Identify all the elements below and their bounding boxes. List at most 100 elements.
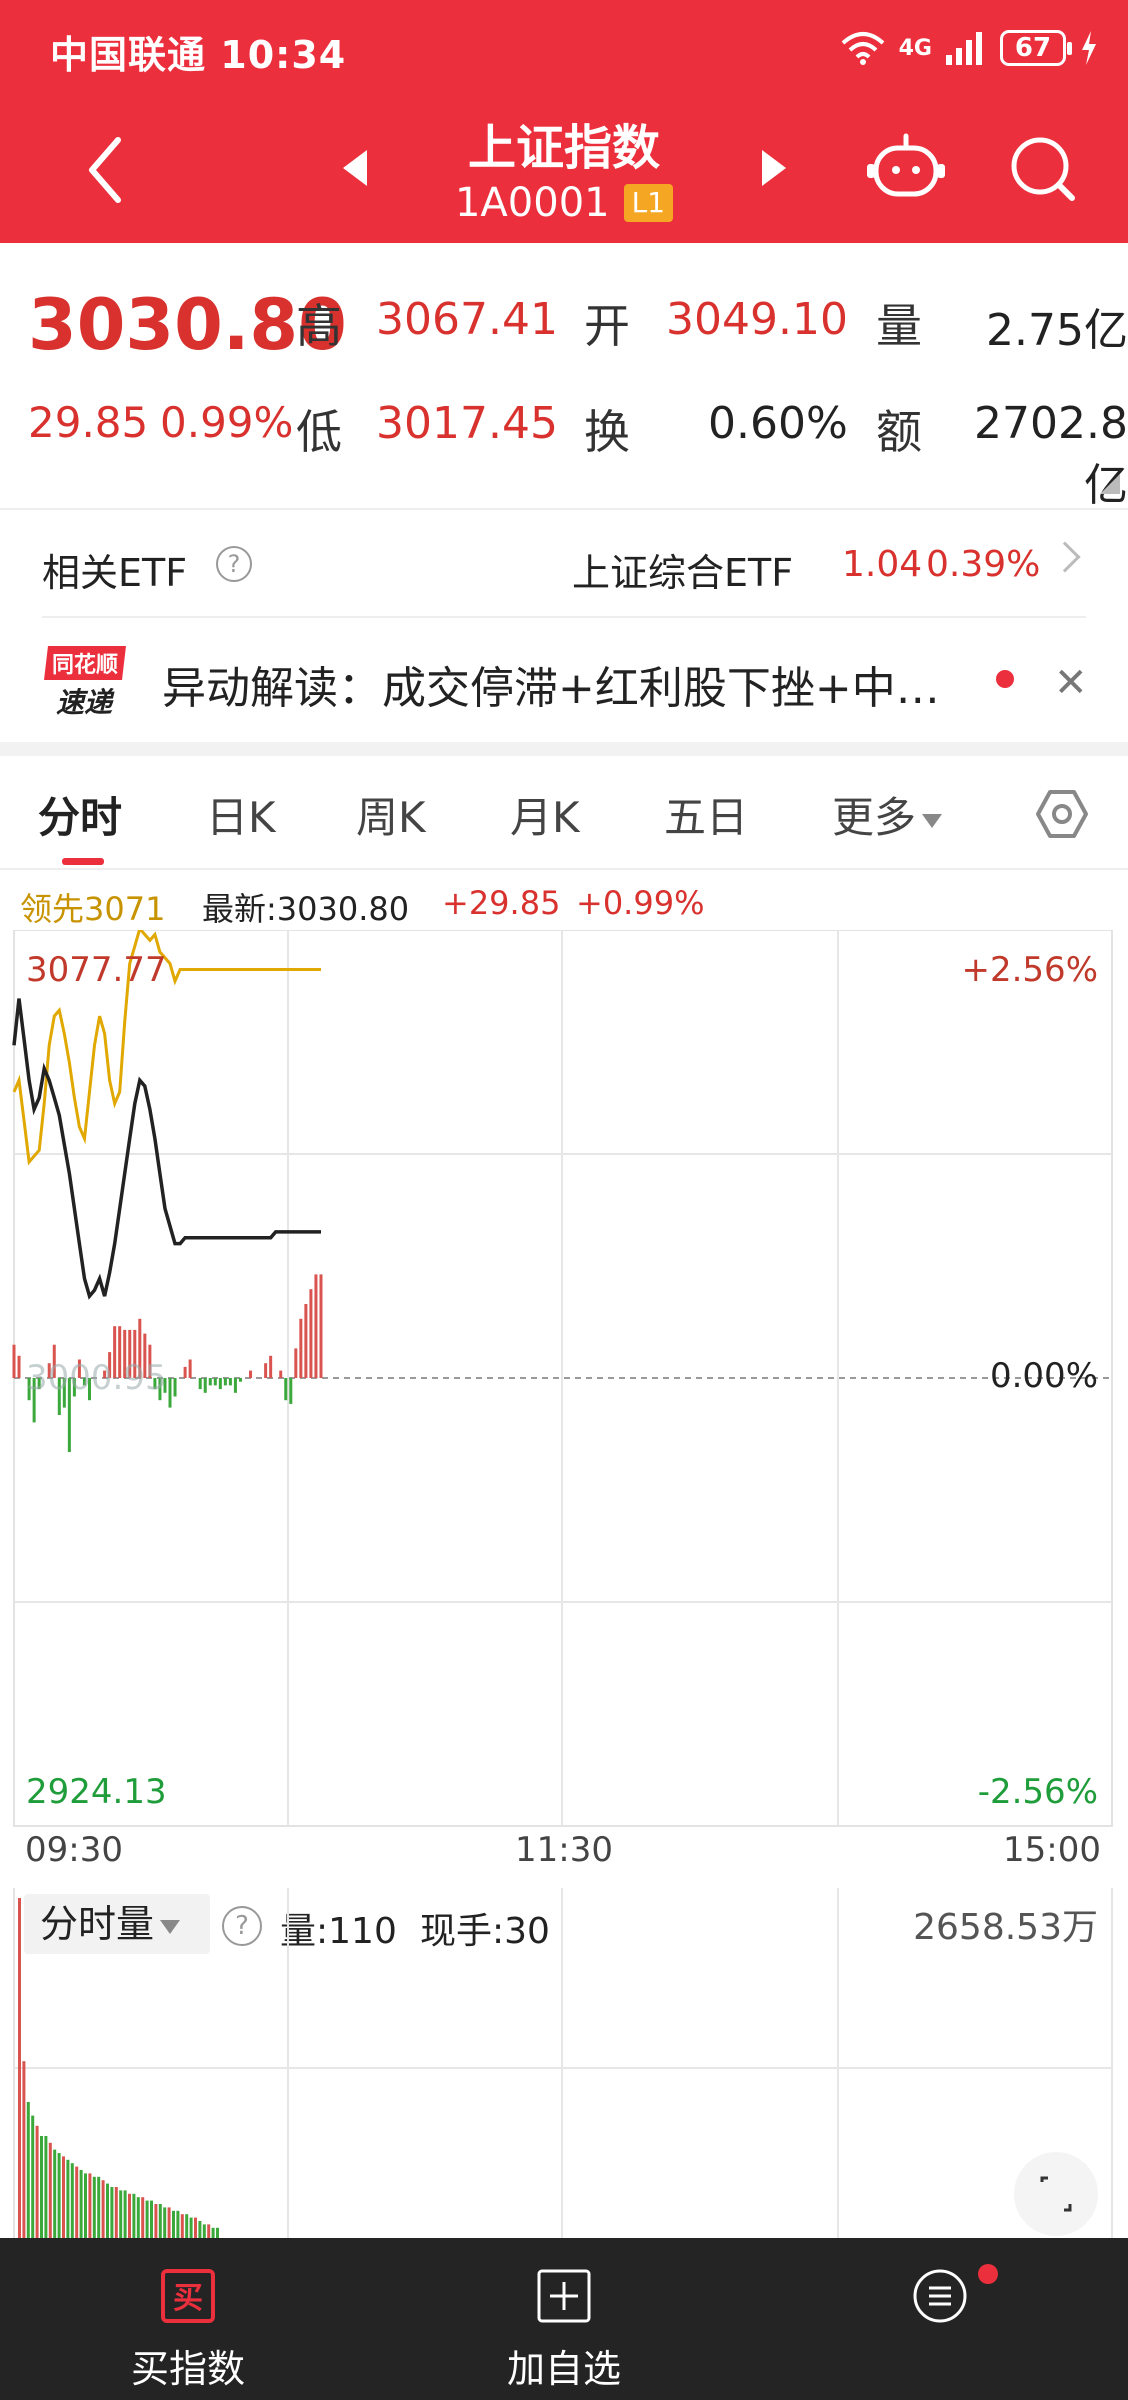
diff-bar — [319, 1274, 323, 1378]
volume-bar — [97, 2176, 101, 2238]
buy-index-button[interactable]: 买 买指数 — [0, 2238, 376, 2400]
divider — [0, 508, 1128, 510]
etf-value: 1.04 — [842, 544, 923, 585]
volume-bar — [216, 2227, 219, 2238]
volume-bar — [26, 2102, 30, 2238]
y-axis-bottom-label: 2924.13 — [26, 1772, 167, 1812]
y-axis-right-top-label: +2.56% — [961, 950, 1099, 990]
settings-icon[interactable] — [1034, 786, 1090, 842]
diff-bar — [269, 1355, 273, 1378]
volume-bar — [70, 2163, 74, 2238]
diff-bar — [208, 1378, 212, 1386]
news-headline[interactable]: 异动解读：成交停滞+红利股下挫+中… — [162, 652, 982, 716]
intraday-chart[interactable]: 09:30 11:30 15:00 3077.77 3000.95 2924.13 … — [0, 925, 1128, 1870]
diff-bar — [173, 1378, 177, 1397]
volume-label: 量 — [876, 299, 922, 353]
y-axis-mid-label: 3000.95 — [26, 1358, 167, 1398]
search-icon[interactable] — [1006, 132, 1078, 204]
add-watchlist-label: 加自选 — [506, 2347, 621, 2391]
volume-bar — [163, 2207, 167, 2238]
robot-assistant-icon[interactable] — [866, 128, 946, 208]
chevron-right-icon — [1049, 541, 1081, 573]
volume-bar — [66, 2159, 70, 2238]
volume-bar — [194, 2217, 197, 2238]
open-label: 开 — [584, 299, 630, 353]
volume-bar — [22, 2061, 26, 2238]
tab-more-label: 更多 — [832, 793, 917, 842]
open-value: 3049.10 — [666, 294, 848, 345]
volume-bar — [207, 2224, 211, 2238]
expand-corner-icon[interactable] — [1100, 474, 1120, 494]
notification-dot — [978, 2264, 998, 2284]
volume-bar — [180, 2214, 184, 2238]
tab-more[interactable]: 更多 — [832, 784, 943, 845]
volume-bar — [57, 2153, 61, 2238]
page-title: 上证指数 — [467, 120, 660, 176]
battery-icon: 67 — [1000, 30, 1072, 66]
buy-icon-glyph: 买 — [173, 2281, 203, 2316]
volume-bar — [202, 2224, 206, 2238]
volume-value: 2.75亿 — [986, 305, 1128, 356]
y-axis-top-label: 3077.77 — [26, 950, 167, 990]
volume-bar — [150, 2200, 153, 2238]
amount-label: 额 — [876, 405, 922, 459]
diff-bar — [299, 1318, 303, 1378]
buy-index-label: 买指数 — [130, 2347, 245, 2391]
intraday-chart-svg[interactable]: 09:30 11:30 15:00 — [0, 925, 1128, 1870]
volume-bar — [84, 2173, 87, 2238]
diff-bar — [289, 1378, 293, 1404]
stock-code: 1A0001 — [454, 180, 610, 226]
y-axis-right-mid-label: 0.00% — [989, 1356, 1098, 1396]
next-stock-arrow-icon[interactable] — [762, 150, 786, 186]
x-axis-tick-label: 11:30 — [515, 1830, 613, 1870]
diff-bar — [213, 1378, 217, 1386]
volume-bar — [198, 2221, 202, 2238]
volume-bar — [92, 2176, 96, 2238]
tab-five-day[interactable]: 五日 — [664, 784, 748, 845]
diff-bar — [304, 1304, 308, 1378]
volume-bar — [123, 2190, 127, 2238]
status-bar: 中国联通 10:34 4G 67 — [0, 0, 1128, 100]
related-etf-label: 相关ETF — [42, 551, 188, 595]
price-change: 29.85 — [28, 398, 149, 447]
x-axis-tick-label: 09:30 — [25, 1830, 123, 1870]
volume-bar — [31, 2115, 35, 2238]
volume-bar — [158, 2204, 162, 2238]
volume-bar — [176, 2210, 180, 2238]
tab-monthly-k[interactable]: 月K — [510, 784, 580, 845]
volume-bar — [88, 2173, 92, 2238]
news-logo-top: 同花顺 — [52, 652, 118, 678]
volume-bar — [172, 2210, 175, 2238]
volume-bar — [211, 2227, 215, 2238]
clock: 10:34 — [220, 33, 347, 77]
volume-bar — [35, 2125, 39, 2238]
high-label: 高 — [296, 299, 342, 353]
header-bar: 中国联通 10:34 4G 67 上证指数 1A0001 L1 — [0, 0, 1128, 243]
close-icon[interactable]: ✕ — [1054, 660, 1088, 706]
turnover-label: 换 — [584, 405, 630, 459]
etf-name: 上证综合ETF — [572, 551, 794, 595]
price-change-pct: 0.99% — [160, 398, 294, 447]
help-icon[interactable]: ? — [216, 546, 252, 582]
diff-bar — [279, 1370, 283, 1378]
add-watchlist-button[interactable]: 加自选 — [376, 2238, 752, 2400]
more-menu-button[interactable] — [752, 2238, 1128, 2400]
legend-latest: 最新:3030.80 — [202, 890, 410, 928]
low-label: 低 — [296, 405, 342, 459]
volume-bar — [132, 2193, 136, 2238]
volume-bar — [106, 2183, 109, 2238]
buy-icon: 买 — [161, 2269, 215, 2323]
x-axis-tick-label: 15:00 — [1003, 1830, 1101, 1870]
volume-bar — [167, 2207, 171, 2238]
diff-bar — [12, 1344, 16, 1378]
volume-bar — [101, 2180, 105, 2238]
tab-weekly-k[interactable]: 周K — [356, 784, 426, 845]
tab-intraday[interactable]: 分时 — [38, 784, 122, 845]
charging-icon — [1082, 31, 1096, 65]
diff-bar — [314, 1274, 318, 1378]
section-divider — [0, 742, 1128, 756]
legend-change: +29.85 — [442, 884, 561, 922]
diff-bar — [238, 1378, 242, 1382]
tab-daily-k[interactable]: 日K — [206, 784, 276, 845]
divider — [0, 868, 1128, 870]
